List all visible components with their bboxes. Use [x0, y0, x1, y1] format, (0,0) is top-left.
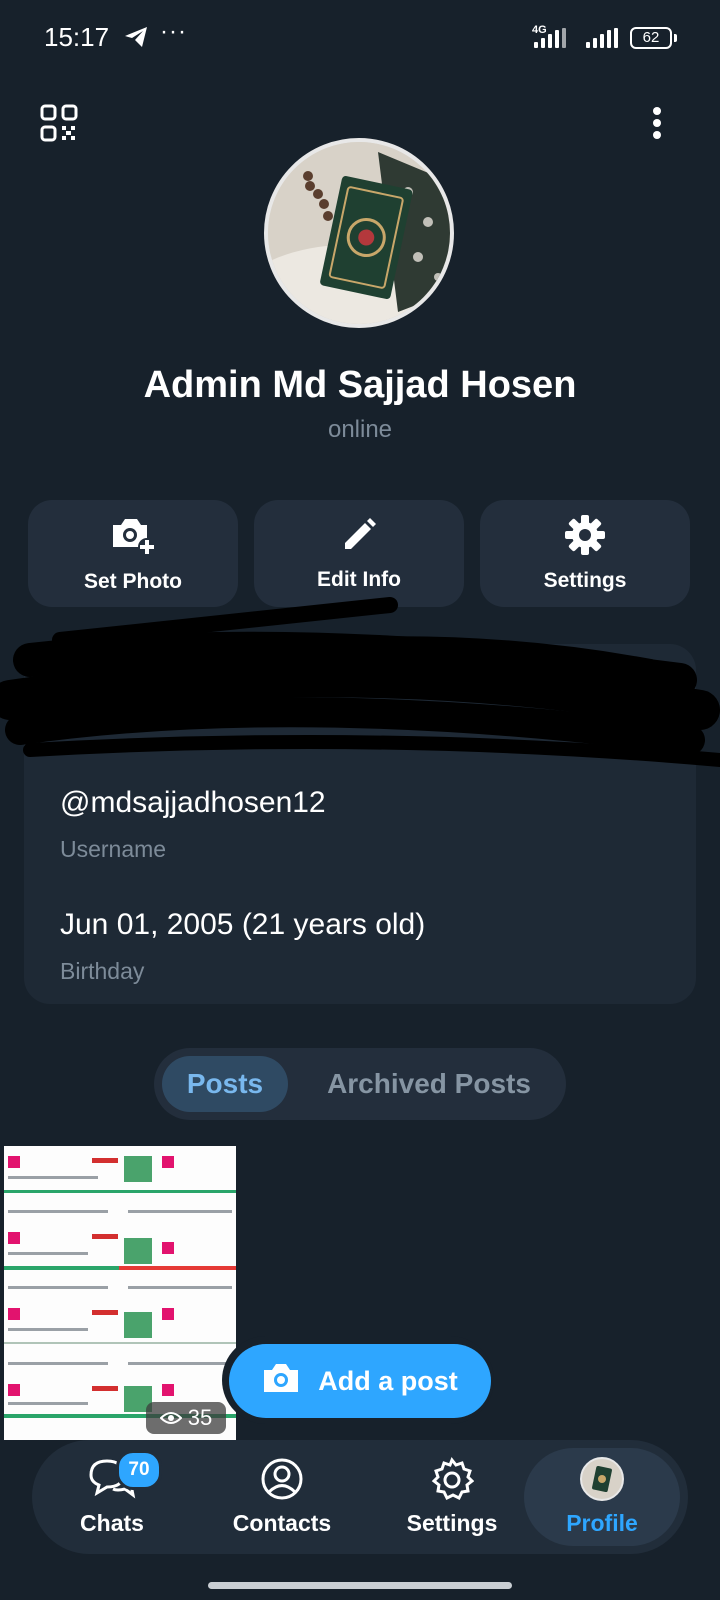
- posts-tabs: Posts Archived Posts: [154, 1048, 566, 1120]
- settings-icon: [430, 1457, 475, 1506]
- nav-profile-label: Profile: [566, 1510, 638, 1536]
- telegram-icon: [124, 26, 148, 53]
- battery-tip: [674, 34, 677, 42]
- nav-settings-label: Settings: [406, 1510, 498, 1536]
- signal-icon: [534, 28, 566, 48]
- camera-icon: [262, 1362, 300, 1401]
- add-post-button[interactable]: Add a post: [229, 1344, 491, 1418]
- camera-add-icon: [109, 513, 157, 562]
- profile-name: Admin Md Sajjad Hosen: [143, 364, 577, 406]
- redaction-scribble: [0, 590, 720, 785]
- battery-icon: 62: [630, 27, 672, 49]
- nav-settings[interactable]: Settings: [372, 1440, 532, 1554]
- profile-status: online: [327, 416, 393, 443]
- birthday-value[interactable]: Jun 01, 2005 (21 years old): [60, 908, 425, 942]
- nav-contacts-label: Contacts: [232, 1510, 332, 1536]
- status-more-text: ···: [160, 18, 187, 45]
- contacts-icon: [260, 1457, 304, 1506]
- add-post-label: Add a post: [318, 1365, 458, 1396]
- username-value[interactable]: @mdsajjadhosen12: [60, 786, 326, 820]
- gear-icon: [564, 514, 606, 561]
- qr-code-icon[interactable]: [40, 104, 78, 147]
- tab-posts[interactable]: Posts: [162, 1056, 288, 1112]
- nav-chats[interactable]: Chats: [42, 1440, 182, 1554]
- view-count: 35: [187, 1405, 213, 1430]
- nav-contacts[interactable]: Contacts: [202, 1440, 362, 1554]
- profile-avatar[interactable]: [264, 138, 454, 328]
- status-time: 15:17: [44, 22, 110, 52]
- more-vertical-icon[interactable]: [652, 106, 662, 145]
- post-thumbnail[interactable]: [4, 1146, 236, 1440]
- view-count-badge: 35: [146, 1402, 226, 1434]
- username-label: Username: [60, 836, 167, 862]
- chats-unread-badge: 70: [116, 1450, 162, 1490]
- edit-info-label: Edit Info: [317, 568, 401, 591]
- home-indicator[interactable]: [208, 1582, 512, 1589]
- nav-profile[interactable]: Profile: [524, 1448, 680, 1546]
- eye-icon: [159, 1405, 183, 1431]
- signal-icon: [586, 28, 618, 48]
- tab-archived-posts[interactable]: Archived Posts: [300, 1056, 558, 1112]
- profile-avatar-small: [580, 1457, 624, 1506]
- pencil-icon: [339, 515, 379, 560]
- nav-chats-label: Chats: [80, 1510, 144, 1536]
- birthday-label: Birthday: [60, 958, 145, 984]
